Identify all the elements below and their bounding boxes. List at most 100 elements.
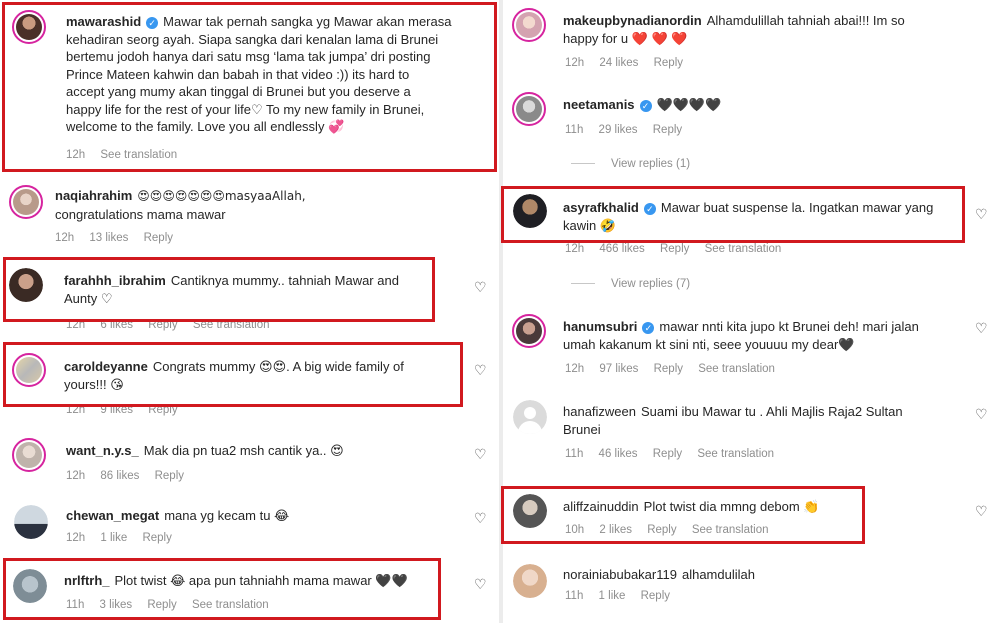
comment-line: alhamdulilah: [681, 567, 755, 582]
see-translation-link[interactable]: See translation: [100, 149, 177, 161]
like-count[interactable]: 29 likes: [599, 124, 638, 136]
see-translation-link[interactable]: See translation: [698, 363, 775, 375]
avatar[interactable]: [12, 10, 46, 44]
comment-item: asyrafkhalid ✓ Mawar buat suspense la. Ing…: [503, 188, 1000, 258]
avatar[interactable]: [512, 92, 546, 126]
username[interactable]: asyrafkhalid: [563, 200, 639, 215]
comment-item: want_n.y.s_ Mak dia pn tua2 msh cantik ya…: [0, 436, 499, 491]
avatar[interactable]: [9, 185, 43, 219]
heart-outline-icon[interactable]: ♡: [975, 503, 988, 520]
username[interactable]: mawarashid: [66, 14, 141, 29]
comment-time: 11h: [565, 448, 584, 460]
comment-line: welcome to the family. Love you all endl…: [66, 119, 345, 134]
username[interactable]: chewan_megat: [66, 508, 159, 523]
avatar[interactable]: [513, 564, 547, 598]
comment-line: Brunei: [563, 421, 601, 437]
like-count[interactable]: 46 likes: [599, 448, 638, 460]
like-count[interactable]: 1 like: [100, 532, 127, 544]
reply-button[interactable]: Reply: [148, 319, 177, 331]
see-translation-link[interactable]: See translation: [697, 448, 774, 460]
view-replies-label: View replies (1): [611, 158, 691, 170]
username[interactable]: aliffzainuddin: [563, 499, 639, 514]
comment-item: aliffzainuddin Plot twist dia mmng debom …: [503, 492, 1000, 542]
username[interactable]: hanumsubri: [563, 319, 637, 334]
username[interactable]: norainiabubakar119: [563, 567, 677, 582]
heart-outline-icon[interactable]: ♡: [474, 279, 487, 296]
username[interactable]: naqiahrahim: [55, 188, 132, 203]
comment-line: Congrats mummy 😍😍. A big wide family of: [152, 359, 404, 374]
avatar[interactable]: [513, 494, 547, 528]
see-translation-link[interactable]: See translation: [692, 524, 769, 536]
username[interactable]: hanafizween: [563, 404, 636, 419]
like-count[interactable]: 1 like: [599, 590, 626, 602]
heart-outline-icon[interactable]: ♡: [474, 362, 487, 379]
comment-item: naqiahrahim 😍😍😍😍😍😍😍masyaaAllah, congratul…: [0, 183, 499, 248]
reply-button[interactable]: Reply: [147, 599, 176, 611]
reply-button[interactable]: Reply: [142, 532, 171, 544]
username[interactable]: nrlftrh_: [64, 573, 110, 588]
reply-button[interactable]: Reply: [653, 124, 682, 136]
reply-button[interactable]: Reply: [647, 524, 676, 536]
comment-line: happy for u ❤️ ❤️ ❤️: [563, 30, 688, 46]
comment-line: kawin 🤣: [563, 217, 617, 233]
username[interactable]: want_n.y.s_: [66, 443, 139, 458]
like-count[interactable]: 2 likes: [599, 524, 632, 536]
reply-button[interactable]: Reply: [155, 470, 184, 482]
like-count[interactable]: 86 likes: [100, 470, 139, 482]
comment-line: Mak dia pn tua2 msh cantik ya.. 😍: [143, 443, 344, 458]
username[interactable]: farahhh_ibrahim: [64, 273, 166, 288]
comment-item: nrlftrh_ Plot twist 😂 apa pun tahniahh ma…: [0, 562, 499, 617]
comment-line: mana yg kecam tu 😂: [164, 508, 290, 523]
heart-outline-icon[interactable]: ♡: [975, 320, 988, 337]
heart-outline-icon[interactable]: ♡: [975, 406, 988, 423]
comment-line: Mawar buat suspense la. Ingatkan mawar y…: [660, 200, 934, 215]
comment-time: 11h: [66, 599, 85, 611]
comment-line: yours!!! 😘: [64, 376, 124, 392]
comment-line: Prince Mateen kahwin dan babah in that v…: [66, 66, 410, 82]
comment-line: accept yang mumy akan tinggal di Brunei …: [66, 84, 411, 99]
heart-outline-icon[interactable]: ♡: [474, 446, 487, 463]
heart-outline-icon[interactable]: ♡: [975, 206, 988, 223]
avatar[interactable]: [9, 268, 43, 302]
comment-time: 12h: [565, 57, 585, 69]
comment-line: Plot twist dia mmng debom 👏: [643, 499, 820, 514]
heart-outline-icon[interactable]: ♡: [474, 576, 487, 593]
username[interactable]: neetamanis: [563, 97, 635, 112]
like-count[interactable]: 24 likes: [599, 57, 638, 69]
comment-item: farahhh_ibrahim Cantiknya mummy.. tahniah…: [0, 263, 499, 333]
username[interactable]: makeupbynadianordin: [563, 13, 702, 28]
reply-button[interactable]: Reply: [641, 590, 670, 602]
avatar[interactable]: [513, 400, 547, 434]
like-count[interactable]: 13 likes: [89, 232, 128, 244]
see-translation-link[interactable]: See translation: [705, 243, 782, 255]
like-count[interactable]: 97 likes: [599, 363, 638, 375]
like-count[interactable]: 9 likes: [100, 404, 133, 416]
reply-button[interactable]: Reply: [654, 363, 683, 375]
see-translation-link[interactable]: See translation: [193, 319, 270, 331]
reply-button[interactable]: Reply: [660, 243, 689, 255]
comment-time: 12h: [565, 243, 585, 255]
like-count[interactable]: 3 likes: [100, 599, 133, 611]
reply-button[interactable]: Reply: [148, 404, 177, 416]
avatar[interactable]: [14, 505, 48, 539]
comment-time: 12h: [66, 470, 86, 482]
like-count[interactable]: 466 likes: [599, 243, 644, 255]
reply-button[interactable]: Reply: [653, 448, 682, 460]
heart-outline-icon[interactable]: ♡: [474, 510, 487, 527]
comment-time: 12h: [565, 363, 585, 375]
avatar[interactable]: [12, 353, 46, 387]
like-count[interactable]: 6 likes: [100, 319, 133, 331]
avatar[interactable]: [12, 438, 46, 472]
reply-button[interactable]: Reply: [144, 232, 173, 244]
avatar[interactable]: [512, 314, 546, 348]
reply-button[interactable]: Reply: [654, 57, 683, 69]
avatar[interactable]: [513, 194, 547, 228]
avatar[interactable]: [13, 569, 47, 603]
view-replies-link[interactable]: View replies (7): [571, 278, 690, 290]
comment-item: neetamanis ✓ 🖤🖤🖤🖤 11h 29 likes Reply: [503, 88, 1000, 143]
see-translation-link[interactable]: See translation: [192, 599, 269, 611]
username[interactable]: caroldeyanne: [64, 359, 148, 374]
comment-item: caroldeyanne Congrats mummy 😍😍. A big wid…: [0, 347, 499, 417]
avatar[interactable]: [512, 8, 546, 42]
view-replies-link[interactable]: View replies (1): [571, 158, 690, 170]
